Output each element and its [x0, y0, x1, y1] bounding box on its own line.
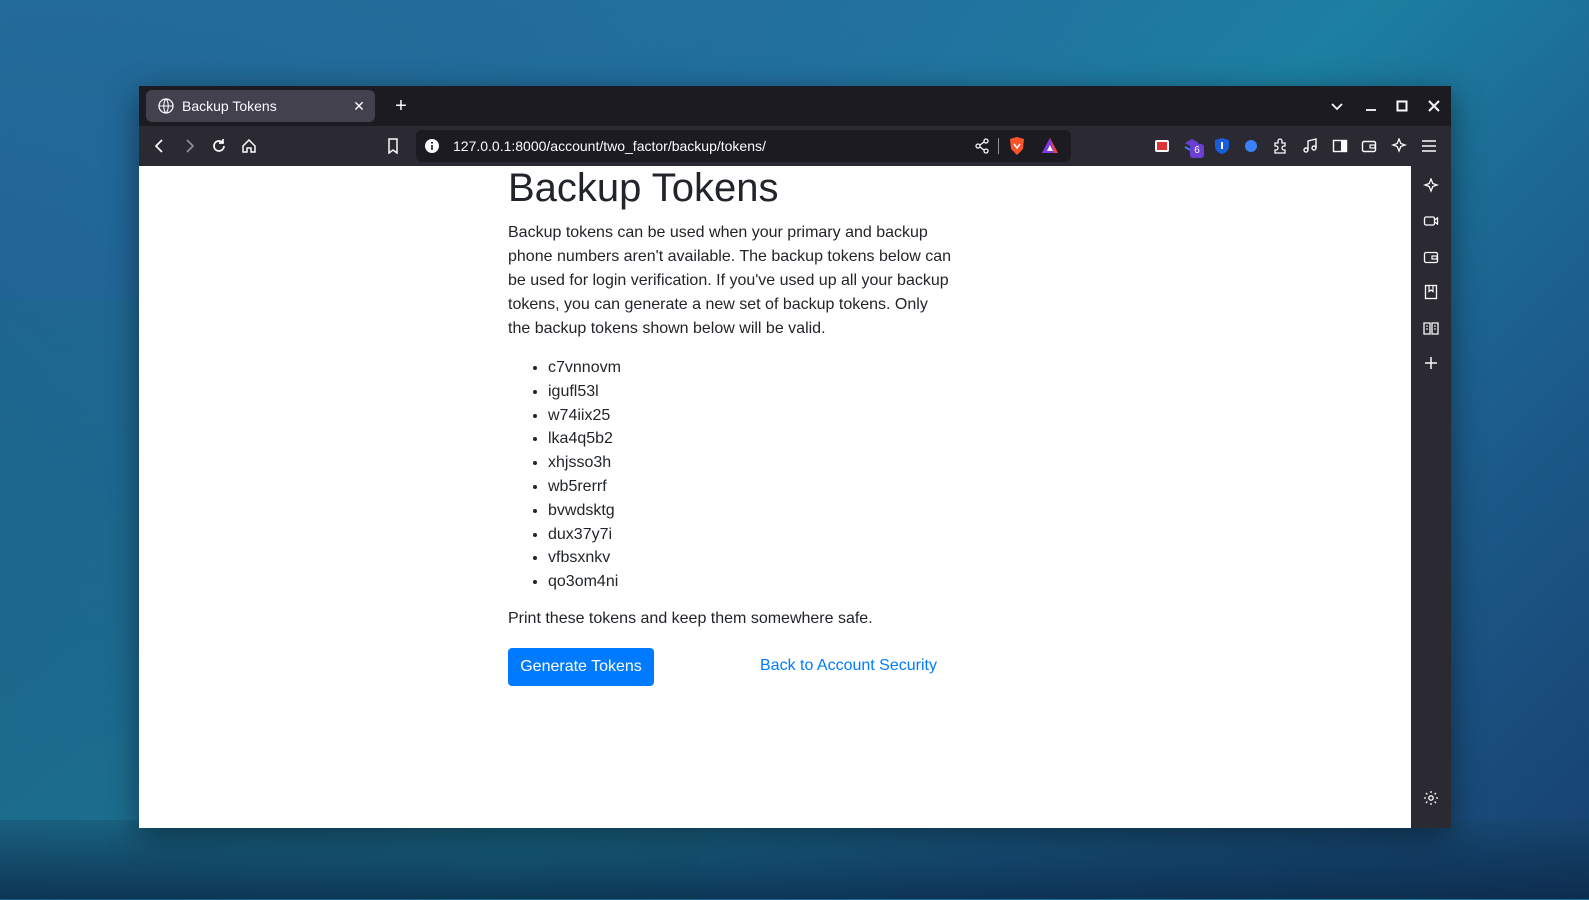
token-item: xhjsso3h [548, 451, 621, 475]
leo-ai-sidebar-icon[interactable] [1421, 176, 1441, 196]
tab-list-chevron-icon[interactable] [1325, 94, 1349, 118]
music-note-icon[interactable] [1300, 136, 1320, 156]
sidebar-settings-gear-icon[interactable] [1421, 788, 1441, 808]
tab-title: Backup Tokens [182, 98, 277, 114]
page-description: Backup tokens can be used when your prim… [508, 224, 952, 337]
side-panel-bar [1411, 166, 1451, 828]
blue-dot-extension-icon[interactable] [1241, 136, 1261, 156]
maximize-icon[interactable] [1390, 94, 1414, 118]
extension-count-badge: 6 [1190, 144, 1204, 158]
add-panel-icon[interactable] [1421, 353, 1441, 373]
address-bar[interactable]: 127.0.0.1:8000/account/two_factor/backup… [416, 130, 1071, 162]
new-tab-button[interactable]: + [389, 94, 413, 118]
home-icon[interactable] [237, 134, 261, 158]
video-extension-icon[interactable] [1152, 136, 1172, 156]
back-to-account-security-link[interactable]: Back to Account Security [760, 657, 937, 675]
bookmark-icon[interactable] [381, 134, 405, 158]
token-item: w74iix25 [548, 404, 621, 428]
site-info-icon[interactable] [424, 138, 440, 154]
wallet-icon[interactable] [1359, 136, 1379, 156]
token-item: dux37y7i [548, 523, 621, 547]
tab-backup-tokens[interactable]: Backup Tokens ✕ [146, 90, 375, 122]
token-item: c7vnnovm [548, 356, 621, 380]
minimize-icon[interactable] [1359, 94, 1383, 118]
video-call-icon[interactable] [1421, 211, 1441, 231]
token-list: c7vnnovm igufl53l w74iix25 lka4q5b2 xhjs… [508, 356, 621, 594]
close-window-icon[interactable] [1422, 94, 1446, 118]
token-item: wb5rerrf [548, 475, 621, 499]
forward-arrow-icon[interactable] [177, 134, 201, 158]
wallpaper-trees [0, 820, 1589, 899]
brave-shields-icon[interactable] [1008, 136, 1026, 156]
page-viewport: Backup Tokens Backup tokens can be used … [139, 166, 1411, 828]
tab-bar: Backup Tokens ✕ + [139, 86, 1451, 126]
share-icon[interactable] [974, 138, 990, 154]
token-item: lka4q5b2 [548, 427, 621, 451]
reload-icon[interactable] [207, 134, 231, 158]
nav-bar: 127.0.0.1:8000/account/two_factor/backup… [139, 126, 1451, 166]
token-item: vfbsxnkv [548, 546, 621, 570]
reading-list-icon[interactable] [1421, 318, 1441, 338]
globe-icon [158, 98, 174, 114]
generate-tokens-button[interactable]: Generate Tokens [508, 648, 654, 686]
sidebar-toggle-icon[interactable] [1330, 136, 1350, 156]
bitwarden-shield-icon[interactable] [1212, 136, 1232, 156]
safe-keeping-note: Print these tokens and keep them somewhe… [508, 610, 873, 627]
extensions-puzzle-icon[interactable] [1270, 136, 1290, 156]
browser-window: Backup Tokens ✕ + 127.0.0.1:8000/account… [139, 86, 1451, 828]
bookmarks-sidebar-icon[interactable] [1421, 282, 1441, 302]
url-text[interactable]: 127.0.0.1:8000/account/two_factor/backup… [453, 138, 766, 154]
url-separator [998, 138, 999, 154]
menu-hamburger-icon[interactable] [1419, 136, 1439, 156]
token-item: bvwdsktg [548, 499, 621, 523]
close-tab-icon[interactable]: ✕ [349, 98, 369, 115]
back-arrow-icon[interactable] [148, 134, 172, 158]
token-item: qo3om4ni [548, 570, 621, 594]
page-title: Backup Tokens [508, 166, 779, 210]
token-item: igufl53l [548, 380, 621, 404]
leo-ai-icon[interactable] [1389, 136, 1409, 156]
wallet-sidebar-icon[interactable] [1421, 247, 1441, 267]
brave-rewards-icon[interactable] [1040, 136, 1060, 156]
